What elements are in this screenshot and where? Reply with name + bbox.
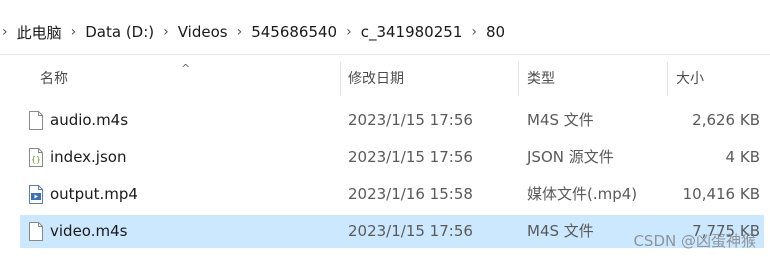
- document-icon: [29, 111, 43, 130]
- json-file-icon: {}: [29, 148, 43, 167]
- document-icon: [29, 222, 43, 241]
- file-row[interactable]: {} index.json 2023/1/15 17:56 JSON 源文件 4…: [20, 141, 764, 174]
- file-name: audio.m4s: [50, 111, 129, 129]
- file-type: M4S 文件: [527, 111, 594, 129]
- column-header-row: ^ 名称 修改日期 类型 大小: [0, 62, 770, 96]
- file-name: index.json: [50, 148, 127, 166]
- column-divider[interactable]: [340, 62, 341, 96]
- breadcrumb-folder-545686540[interactable]: 545686540: [251, 23, 337, 41]
- chevron-right-icon[interactable]: ›: [346, 24, 352, 40]
- breadcrumb-this-pc[interactable]: 此电脑: [17, 22, 62, 43]
- file-size: 10,416 KB: [682, 185, 760, 203]
- chevron-right-icon[interactable]: ›: [2, 24, 8, 40]
- file-date: 2023/1/15 17:56: [348, 148, 473, 166]
- file-row[interactable]: output.mp4 2023/1/16 15:58 媒体文件(.mp4) 10…: [20, 178, 764, 211]
- file-type: JSON 源文件: [527, 148, 614, 166]
- file-type: 媒体文件(.mp4): [527, 185, 638, 203]
- column-header-name[interactable]: 名称: [40, 62, 330, 96]
- svg-text:{}: {}: [31, 155, 41, 164]
- video-file-icon: [29, 185, 43, 204]
- column-header-type[interactable]: 类型: [527, 62, 657, 96]
- chevron-right-icon[interactable]: ›: [163, 24, 169, 40]
- file-name: output.mp4: [50, 185, 138, 203]
- watermark: CSDN @凶蛋神猴: [633, 232, 756, 250]
- file-size: 2,626 KB: [692, 111, 760, 129]
- breadcrumb-videos[interactable]: Videos: [178, 23, 228, 41]
- breadcrumb-drive-d[interactable]: Data (D:): [85, 23, 154, 41]
- breadcrumb-folder-80[interactable]: 80: [486, 23, 505, 41]
- file-row[interactable]: audio.m4s 2023/1/15 17:56 M4S 文件 2,626 K…: [20, 104, 764, 137]
- file-date: 2023/1/15 17:56: [348, 111, 473, 129]
- file-date: 2023/1/15 17:56: [348, 222, 473, 240]
- breadcrumb: › 此电脑 › Data (D:) › Videos › 545686540 ›…: [0, 10, 770, 55]
- file-size: 4 KB: [725, 148, 760, 166]
- file-date: 2023/1/16 15:58: [348, 185, 473, 203]
- chevron-right-icon[interactable]: ›: [471, 24, 477, 40]
- breadcrumb-folder-c-341980251[interactable]: c_341980251: [361, 23, 463, 41]
- column-divider[interactable]: [518, 62, 519, 96]
- column-divider[interactable]: [667, 62, 668, 96]
- file-name: video.m4s: [50, 222, 128, 240]
- file-type: M4S 文件: [527, 222, 594, 240]
- chevron-right-icon[interactable]: ›: [237, 24, 243, 40]
- chevron-right-icon[interactable]: ›: [71, 24, 77, 40]
- column-header-date[interactable]: 修改日期: [348, 62, 508, 96]
- column-header-size[interactable]: 大小: [676, 62, 756, 96]
